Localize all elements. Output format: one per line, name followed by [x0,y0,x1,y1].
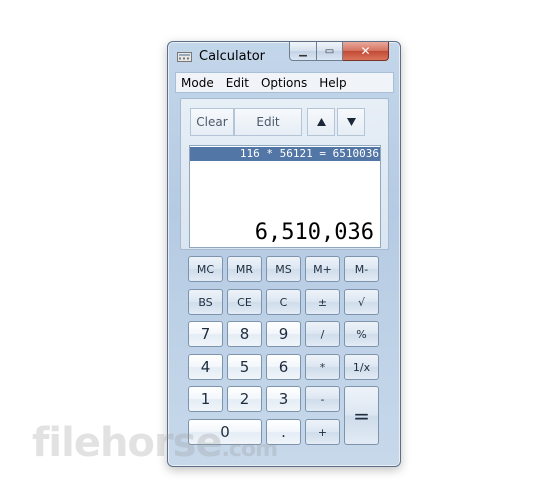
divide-key[interactable]: / [305,321,340,347]
mr-key[interactable]: MR [227,256,262,282]
history-down-button[interactable] [337,108,365,136]
digit-9-key[interactable]: 9 [266,321,301,347]
plus-minus-key[interactable]: ± [305,289,340,315]
add-key[interactable]: + [305,419,340,445]
reciprocal-key[interactable]: 1/x [344,354,379,380]
close-icon: ✕ [360,44,371,58]
calculator-window: Calculator ▁ ▭ ✕ Mode Edit Options Help … [167,41,401,467]
history-edit-button[interactable]: Edit [234,108,302,136]
minimize-icon: ▁ [299,45,307,57]
maximize-button[interactable]: ▭ [317,42,343,61]
mc-key[interactable]: MC [188,256,223,282]
display-panel: Clear Edit 116 * 56121 = 6510036 6,510,0… [180,98,389,250]
backspace-key[interactable]: BS [188,289,223,315]
digit-1-key[interactable]: 1 [188,386,223,412]
percent-key[interactable]: % [344,321,379,347]
digit-8-key[interactable]: 8 [227,321,262,347]
digit-6-key[interactable]: 6 [266,354,301,380]
window-title: Calculator [199,49,266,64]
close-button[interactable]: ✕ [343,42,389,61]
display-screen: 116 * 56121 = 6510036 6,510,036 [189,145,381,248]
menu-mode[interactable]: Mode [176,76,219,90]
digit-5-key[interactable]: 5 [227,354,262,380]
clear-entry-key[interactable]: CE [227,289,262,315]
digit-3-key[interactable]: 3 [266,386,301,412]
menu-edit[interactable]: Edit [221,76,254,90]
menu-help[interactable]: Help [314,76,351,90]
history-up-button[interactable] [307,108,335,136]
watermark-logo: filehorse.com [32,420,278,466]
watermark-suffix: .com [221,437,278,462]
equals-key[interactable]: = [344,386,379,445]
m-plus-key[interactable]: M+ [305,256,340,282]
menu-options[interactable]: Options [256,76,312,90]
menu-bar: Mode Edit Options Help [175,72,394,93]
history-entry[interactable]: 116 * 56121 = 6510036 [190,147,380,161]
arrow-down-icon [346,118,356,126]
history-clear-button[interactable]: Clear [190,108,234,136]
digit-7-key[interactable]: 7 [188,321,223,347]
maximize-icon: ▭ [324,45,335,57]
m-minus-key[interactable]: M- [344,256,379,282]
calculator-icon [177,52,192,62]
clear-key[interactable]: C [266,289,301,315]
watermark-text: filehorse [32,420,223,466]
subtract-key[interactable]: - [305,386,340,412]
result-value: 6,510,036 [254,220,374,245]
minimize-button[interactable]: ▁ [289,42,317,61]
ms-key[interactable]: MS [266,256,301,282]
multiply-key[interactable]: * [305,354,340,380]
digit-4-key[interactable]: 4 [188,354,223,380]
digit-2-key[interactable]: 2 [227,386,262,412]
arrow-up-icon [316,118,326,126]
title-bar[interactable]: Calculator ▁ ▭ ✕ [168,42,400,72]
sqrt-key[interactable]: √ [344,289,379,315]
caption-buttons: ▁ ▭ ✕ [289,42,389,61]
